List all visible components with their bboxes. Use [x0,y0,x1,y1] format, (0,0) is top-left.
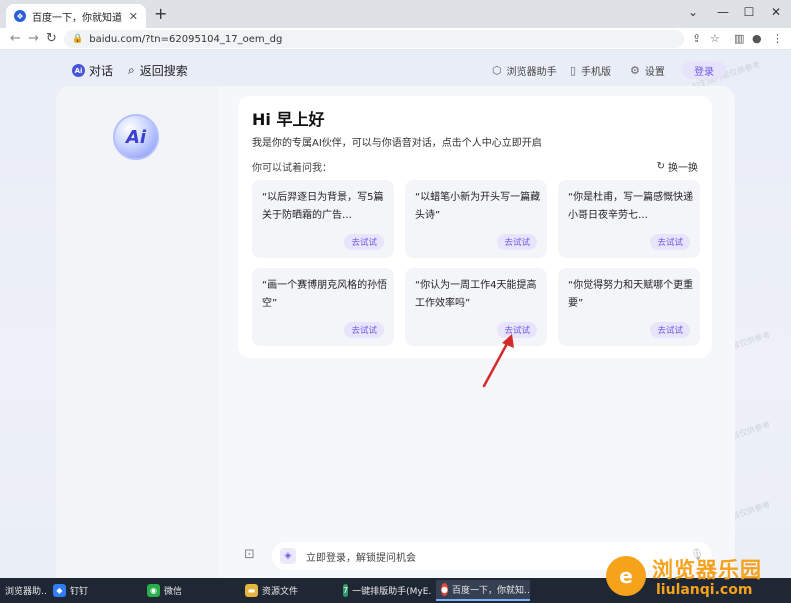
login-button[interactable]: 登录 [682,61,726,79]
new-tab-button[interactable]: + [154,6,167,22]
back-label: 返回搜索 [139,64,188,78]
mobile-label: 手机版 [581,67,612,78]
suggestion-card[interactable]: “你认为一周工作4天能提高工作效率吗” 去试试 [405,268,547,346]
close-window-button[interactable]: ✕ [764,2,788,22]
browser-assistant-label: 浏览器助手 [506,67,557,78]
share-icon[interactable]: ⇪ [692,31,701,47]
suggestion-text: “你认为一周工作4天能提高工作效率吗” [415,280,537,309]
taskbar-item-wechat[interactable]: ◉ 微信 [142,580,236,601]
history-icon[interactable]: ⊡ [244,547,255,562]
settings-link[interactable]: ⚙ 设置 [630,63,665,78]
baidu-favicon-icon: ❖ [14,10,26,22]
suggestion-text: “以蜡笔小新为开头写一篇藏头诗” [415,192,541,221]
tab-title: 百度一下，你就知道 [32,12,122,24]
folder-icon: ▬ [245,584,258,597]
try-button[interactable]: 去试试 [650,234,690,250]
taskbar-label: 微信 [164,587,183,597]
cube-icon: ◈ [280,548,296,564]
suggestion-card[interactable]: “你是杜甫，写一篇感慨快递小哥日夜辛劳七… 去试试 [558,180,700,258]
bookmark-star-icon[interactable]: ☆ [710,31,720,47]
try-button[interactable]: 去试试 [497,234,537,250]
taskbar-item-dingtalk[interactable]: ◆ 钉钉 [48,580,138,601]
forward-arrow-icon[interactable]: → [28,30,39,48]
reload-icon[interactable]: ↻ [46,30,57,48]
site-logo-en: liulanqi.com [656,582,753,598]
back-arrow-icon[interactable]: ← [10,30,21,48]
minimize-button[interactable]: — [711,2,735,22]
try-button[interactable]: 去试试 [344,322,384,338]
suggestion-text: “你是杜甫，写一篇感慨快递小哥日夜辛劳七… [568,192,694,221]
wechat-icon: ◉ [147,584,160,597]
ai-avatar-logo: Ai [113,114,159,160]
close-tab-icon[interactable]: ✕ [129,10,138,23]
page-content: AI生成内容仅供参考 AI生成内容仅供参考 AI生成内容仅供参考 AI生成内容仅… [0,50,791,578]
refresh-suggestions-button[interactable]: ↻ 换一换 [657,159,698,174]
maximize-button[interactable]: ☐ [737,2,761,22]
suggestion-card[interactable]: “你觉得努力和天赋哪个更重要” 去试试 [558,268,700,346]
input-placeholder: 立即登录，解锁提问机会 [306,552,416,564]
gear-icon: ⚙ [630,64,640,77]
chrome-icon: ● [441,583,448,596]
welcome-card: Hi 早上好 我是你的专属AI伙伴，可以与你语音对话，点击个人中心立即开启 你可… [238,96,712,358]
taskbar-label: 一键排版助手(MyE… [352,587,432,597]
phone-icon: ▯ [570,64,577,77]
taskbar-label: 百度一下，你就知… [451,586,530,596]
lock-icon: 🔒 [72,34,84,44]
suggestion-card[interactable]: “以后羿逐日为背景，写5篇关于防晒霜的广告… 去试试 [252,180,394,258]
search-icon: ⌕ [128,63,135,77]
tab-strip: ❖ 百度一下，你就知道 ✕ + ⌄ — ☐ ✕ [0,0,791,28]
greeting-title: Hi 早上好 [252,110,325,129]
site-watermark-logo: e 浏览器乐园 liulanqi.com [606,552,791,603]
sidepanel-icon[interactable]: ▥ [734,31,744,47]
taskbar-item-folder[interactable]: ▬ 资源文件 [240,580,334,601]
url-text: baidu.com/?tn=62095104_17_oem_dg [89,33,283,45]
suggestion-text: “以后羿逐日为背景，写5篇关于防晒霜的广告… [262,192,384,221]
refresh-label: 换一换 [668,163,698,174]
refresh-icon: ↻ [656,161,665,172]
taskbar-label: 钉钉 [70,587,89,597]
try-button[interactable]: 去试试 [650,322,690,338]
profile-icon[interactable]: ● [752,31,762,47]
site-logo-icon: e [606,556,646,596]
suggestion-card[interactable]: “画一个赛博朋克风格的孙悟空” 去试试 [252,268,394,346]
browser-tab-baidu[interactable]: ❖ 百度一下，你就知道 ✕ [6,4,146,28]
ai-logo-text: Ai [125,126,147,148]
try-button[interactable]: 去试试 [344,234,384,250]
red-annotation-arrow [482,334,514,388]
suggestion-card[interactable]: “以蜡笔小新为开头写一篇藏头诗” 去试试 [405,180,547,258]
menu-kebab-icon[interactable]: ⋮ [772,31,783,47]
back-to-search-link[interactable]: ⌕ 返回搜索 [128,62,188,79]
dingtalk-icon: ◆ [53,584,66,597]
try-ask-label: 你可以试着问我： [252,163,332,174]
suggestion-text: “你觉得努力和天赋哪个更重要” [568,280,694,309]
brand-chat-link[interactable]: Ai 对话 [72,62,113,79]
taskbar-item-myeditor[interactable]: 7 一键排版助手(MyE… [338,580,432,601]
brand-label: 对话 [89,64,114,78]
top-nav: Ai 对话 ⌕ 返回搜索 ⬡ 浏览器助手 ▯ 手机版 ⚙ 设置 登录 [0,50,791,90]
address-bar[interactable]: 🔒 baidu.com/?tn=62095104_17_oem_dg [64,30,684,48]
tab-search-button[interactable]: ⌄ [681,2,705,22]
taskbar-item[interactable]: 浏览器助… [0,580,46,601]
suggestion-text: “画一个赛博朋克风格的孙悟空” [262,280,388,309]
site-logo-cn: 浏览器乐园 [652,557,762,582]
mobile-version-link[interactable]: ▯ 手机版 [570,63,611,78]
browser-assistant-link[interactable]: ⬡ 浏览器助手 [492,63,557,78]
taskbar-item-chrome[interactable]: ● 百度一下，你就知… [436,580,530,601]
intro-text: 我是你的专属AI伙伴，可以与你语音对话，点击个人中心立即开启 [252,138,542,149]
settings-label: 设置 [644,67,665,78]
taskbar-label: 浏览器助… [5,587,46,597]
editor-icon: 7 [343,584,349,597]
browser-toolbar: ← → ↻ 🔒 baidu.com/?tn=62095104_17_oem_dg… [0,28,791,50]
ai-logo-icon: Ai [72,64,85,77]
taskbar-label: 资源文件 [262,587,299,597]
puzzle-icon: ⬡ [492,64,502,77]
